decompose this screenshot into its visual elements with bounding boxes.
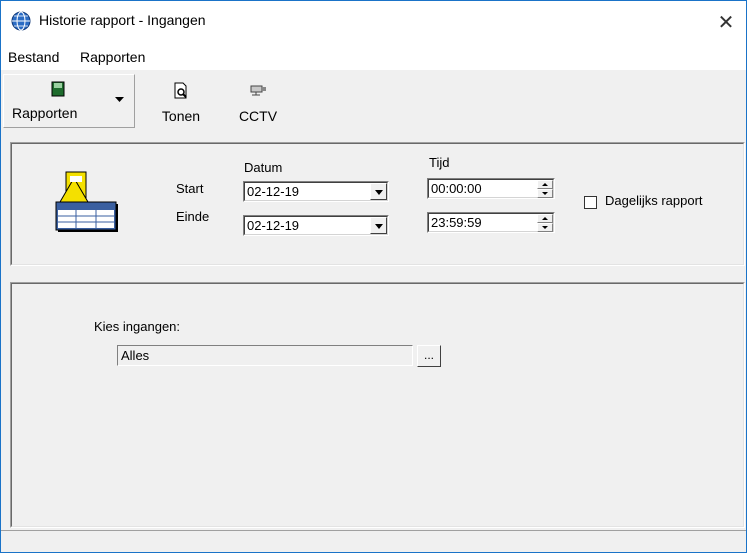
toolbar: Rapporten Tonen CCTV	[1, 69, 746, 132]
chevron-down-icon	[115, 97, 124, 102]
selected-inputs-value: Alles	[121, 348, 150, 363]
rapporten-dropdown-button[interactable]: Rapporten	[3, 74, 135, 128]
daily-report-label: Dagelijks rapport	[605, 193, 703, 208]
end-date-dropdown[interactable]: 02-12-19	[243, 215, 389, 236]
start-time-spin-buttons[interactable]	[537, 180, 553, 198]
spin-up-icon[interactable]	[537, 214, 553, 223]
datum-header: Datum	[244, 160, 283, 175]
end-date-value: 02-12-19	[247, 218, 300, 233]
close-icon: ✕	[717, 12, 735, 34]
end-time-spin-buttons[interactable]	[537, 214, 553, 232]
menu-rapporten[interactable]: Rapporten	[80, 49, 145, 65]
window-title: Historie rapport - Ingangen	[39, 12, 206, 28]
close-button[interactable]: ✕	[706, 1, 746, 45]
kies-ingangen-label: Kies ingangen:	[94, 319, 181, 334]
einde-label: Einde	[176, 209, 210, 224]
spin-down-icon[interactable]	[537, 223, 553, 232]
tijd-header: Tijd	[429, 155, 450, 170]
report-window: Historie rapport - Ingangen ✕ Bestand Ra…	[0, 0, 747, 553]
browse-inputs-button[interactable]: ...	[417, 345, 441, 367]
date-range-panel: Datum Tijd Start Einde 02-12-19 02-12-19…	[10, 142, 745, 266]
title-bar: Historie rapport - Ingangen ✕	[1, 1, 746, 45]
spin-down-icon[interactable]	[537, 189, 553, 198]
cctv-button[interactable]: CCTV	[233, 78, 283, 128]
chevron-down-icon	[375, 190, 383, 195]
report-table-icon	[55, 171, 118, 232]
start-time-spinner[interactable]: 00:00:00	[427, 178, 555, 199]
tonen-button[interactable]: Tonen	[151, 78, 211, 128]
end-time-value: 23:59:59	[431, 215, 482, 230]
globe-icon	[11, 11, 31, 31]
book-icon	[51, 81, 65, 97]
start-date-dropdown[interactable]: 02-12-19	[243, 181, 389, 202]
selected-inputs-field: Alles	[117, 345, 413, 366]
end-date-dropdown-button[interactable]	[370, 217, 387, 234]
end-time-spinner[interactable]: 23:59:59	[427, 212, 555, 233]
cctv-button-label: CCTV	[238, 108, 278, 124]
start-time-value: 00:00:00	[431, 181, 482, 196]
menu-bar: Bestand Rapporten	[1, 45, 746, 69]
status-bar	[1, 530, 746, 552]
start-label: Start	[176, 181, 204, 196]
print-preview-icon	[174, 82, 187, 99]
spin-up-icon[interactable]	[537, 180, 553, 189]
start-date-value: 02-12-19	[247, 184, 300, 199]
daily-report-checkbox[interactable]	[584, 196, 597, 209]
camera-icon	[250, 85, 266, 96]
start-date-dropdown-button[interactable]	[370, 183, 387, 200]
rapporten-button-label: Rapporten	[12, 105, 78, 121]
inputs-panel: Kies ingangen: Alles ...	[10, 282, 745, 528]
chevron-down-icon	[375, 224, 383, 229]
tonen-button-label: Tonen	[161, 108, 201, 124]
menu-bestand[interactable]: Bestand	[8, 49, 59, 65]
